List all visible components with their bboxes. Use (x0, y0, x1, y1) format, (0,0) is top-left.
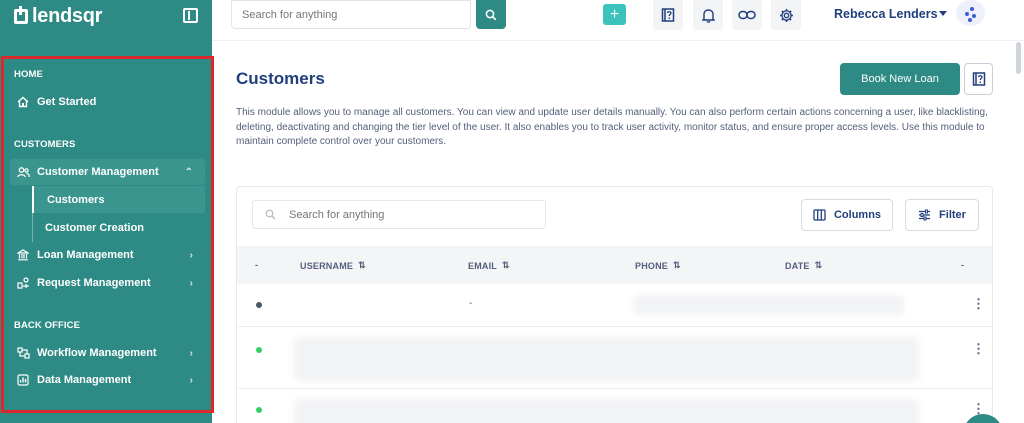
customers-table-card: Columns Filter - USERNAME⇅ EMAIL⇅ PHONE⇅… (236, 186, 993, 423)
redacted-data (294, 399, 919, 423)
bank-icon (16, 248, 30, 262)
status-dot (256, 407, 262, 413)
chevron-right-icon: › (189, 249, 193, 261)
home-icon (16, 95, 30, 109)
gear-icon (779, 8, 793, 22)
row-actions-icon[interactable]: ⋮ (972, 297, 985, 310)
sort-icon[interactable]: ⇅ (815, 260, 823, 271)
sidebar-subitem-label: Customers (47, 193, 105, 206)
add-button[interactable]: + (603, 4, 626, 25)
search-icon (485, 9, 497, 20)
users-icon (16, 165, 30, 179)
workflow-icon (16, 346, 30, 360)
table-search-input[interactable] (289, 201, 539, 228)
user-menu-name[interactable]: Rebecca Lenders (834, 7, 938, 21)
chevron-right-icon: › (189, 347, 193, 359)
page-title: Customers (236, 69, 325, 88)
sidebar-item-request-management[interactable]: Request Management › (10, 270, 205, 296)
table-row[interactable]: - ⋮ (237, 284, 992, 327)
sidebar: lendsqr HOME Get Started CUSTOMERS Custo… (0, 0, 214, 423)
columns-label: Columns (833, 209, 882, 221)
section-back-office: BACK OFFICE (14, 320, 81, 331)
brand-name: lendsqr (32, 4, 103, 27)
add-icon: + (609, 5, 620, 23)
table-search-field[interactable] (252, 200, 546, 229)
column-header-phone[interactable]: PHONE ⇅ (635, 260, 681, 271)
notifications-button[interactable] (693, 0, 723, 30)
chevron-right-icon: › (189, 374, 193, 386)
table-row[interactable]: ⋮ (237, 327, 992, 389)
search-icon (265, 209, 276, 220)
sort-icon[interactable]: ⇅ (502, 260, 510, 271)
link-button[interactable] (732, 0, 762, 30)
filter-sliders-icon (919, 209, 931, 221)
header-divider (212, 40, 1024, 41)
logo-icon (14, 5, 28, 24)
redacted-data (634, 295, 904, 315)
collapse-sidebar-icon[interactable] (183, 8, 198, 23)
column-header-email[interactable]: EMAIL ⇅ (468, 260, 510, 271)
sidebar-item-customer-management[interactable]: Customer Management ⌃ (10, 159, 205, 185)
chart-icon (16, 373, 30, 387)
brand-logo[interactable]: lendsqr (14, 5, 102, 27)
avatar[interactable] (956, 0, 985, 26)
sidebar-item-label: Request Management (37, 277, 151, 289)
row-actions-icon[interactable]: ⋮ (972, 342, 985, 355)
table-header: - USERNAME ⇅ EMAIL ⇅ PHONE ⇅ DATE ⇅ - (237, 246, 992, 284)
link-icon (738, 10, 756, 20)
sidebar-item-label: Data Management (37, 374, 132, 386)
page-description: This module allows you to manage all cus… (236, 107, 988, 147)
redacted-data (294, 337, 919, 381)
page-scrollbar[interactable] (1016, 42, 1021, 74)
column-header-select: - (255, 260, 259, 270)
columns-icon (813, 209, 826, 221)
bell-icon (701, 8, 715, 23)
sidebar-item-label: Get Started (37, 96, 97, 108)
sidebar-item-label: Loan Management (37, 249, 134, 261)
sidebar-subitem-customer-creation[interactable]: Customer Creation (32, 214, 205, 241)
status-dot (256, 347, 262, 353)
sidebar-subitem-customers[interactable]: Customers (32, 186, 205, 213)
help-book-icon (661, 8, 675, 22)
columns-button[interactable]: Columns (801, 199, 893, 231)
sort-icon[interactable]: ⇅ (358, 260, 366, 271)
sidebar-item-label: Workflow Management (37, 347, 157, 359)
sidebar-item-loan-management[interactable]: Loan Management › (10, 242, 205, 268)
column-header-username[interactable]: USERNAME ⇅ (300, 260, 366, 271)
page-help-button[interactable] (964, 63, 993, 95)
table-row[interactable]: ⋮ (237, 389, 992, 423)
chevron-up-icon: ⌃ (184, 166, 193, 178)
sidebar-item-get-started[interactable]: Get Started (10, 89, 205, 115)
column-header-actions: - (961, 260, 965, 270)
status-dot (256, 302, 262, 308)
column-header-date[interactable]: DATE ⇅ (785, 260, 822, 271)
sidebar-item-workflow-management[interactable]: Workflow Management › (10, 340, 205, 366)
filter-label: Filter (939, 209, 966, 221)
global-search-input[interactable] (232, 1, 470, 28)
caret-down-icon[interactable] (939, 11, 947, 16)
request-icon (16, 276, 30, 290)
help-book-button[interactable] (653, 0, 683, 30)
chevron-right-icon: › (189, 277, 193, 289)
sidebar-subitem-label: Customer Creation (45, 221, 145, 234)
sidebar-item-data-management[interactable]: Data Management › (10, 367, 205, 393)
email-cell: - (469, 298, 473, 309)
global-search-field[interactable] (231, 0, 471, 29)
settings-button[interactable] (771, 0, 801, 30)
sidebar-item-label: Customer Management (37, 166, 159, 178)
sort-icon[interactable]: ⇅ (673, 260, 681, 271)
filter-button[interactable]: Filter (905, 199, 979, 231)
search-button[interactable] (476, 0, 506, 29)
section-customers: CUSTOMERS (14, 139, 76, 150)
section-home: HOME (14, 69, 43, 80)
help-book-icon (972, 72, 985, 86)
book-new-loan-button[interactable]: Book New Loan (840, 63, 960, 95)
